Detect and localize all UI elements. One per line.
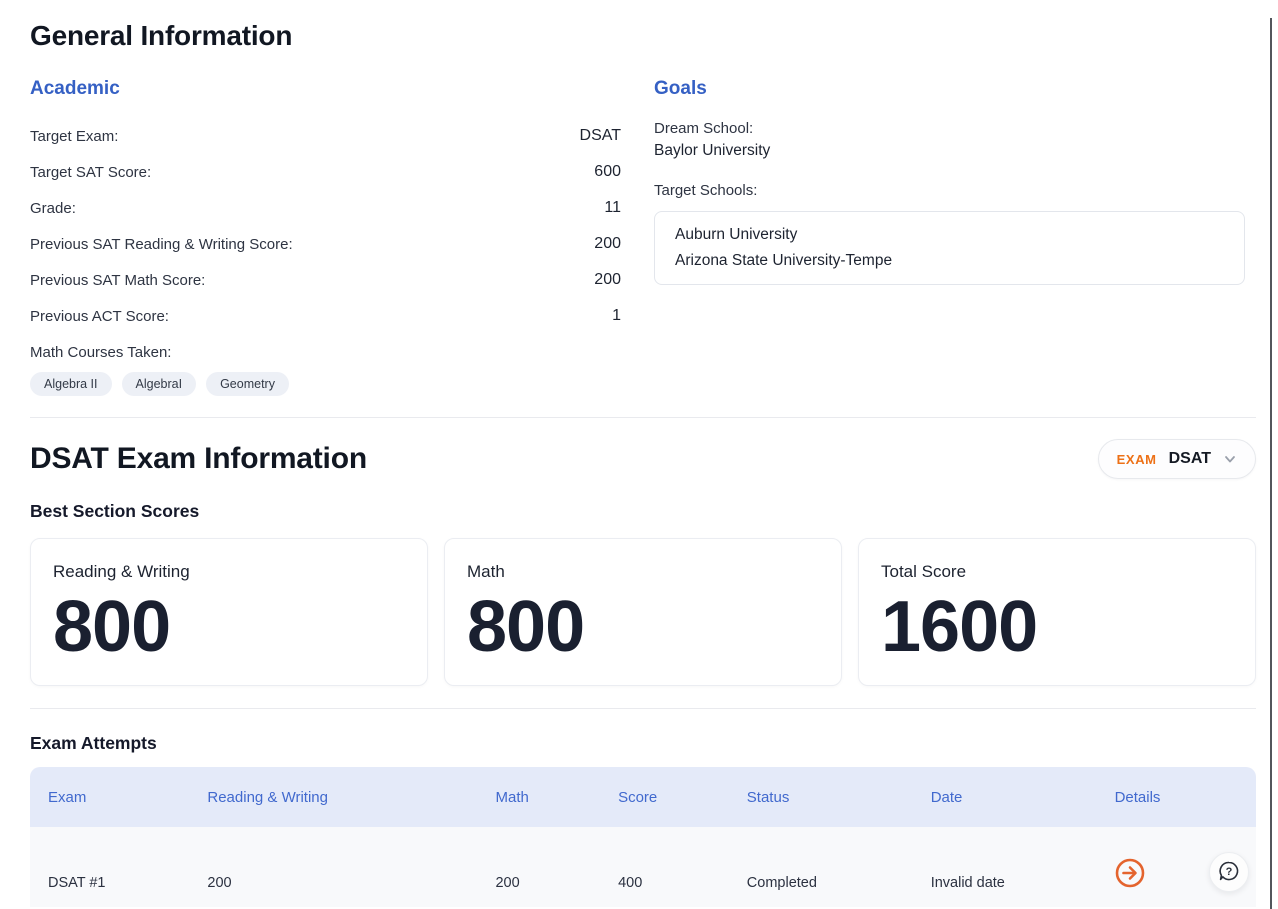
column-header-score: Score (600, 789, 729, 806)
column-header-reading-writing: Reading & Writing (189, 789, 477, 806)
goals-heading: Goals (654, 76, 1245, 102)
arrow-right-circle-icon (1115, 858, 1145, 891)
best-section-scores-heading: Best Section Scores (30, 500, 1256, 522)
course-tag: Geometry (206, 372, 289, 396)
score-card-math: Math 800 (444, 538, 842, 686)
field-prev-rw-score: Previous SAT Reading & Writing Score: 20… (30, 226, 621, 262)
exam-attempts-table: Exam Reading & Writing Math Score Status… (30, 767, 1256, 907)
cell-exam: DSAT #1 (30, 875, 189, 907)
academic-fields: Target Exam: DSAT Target SAT Score: 600 … (30, 118, 621, 370)
profile-page: General Information Academic Target Exam… (0, 18, 1278, 909)
target-schools-label: Target Schools: (654, 180, 1245, 202)
exam-selector-dropdown[interactable]: EXAM DSAT (1098, 439, 1256, 479)
score-card-title: Math (467, 561, 819, 583)
cell-date: Invalid date (913, 875, 1097, 907)
dream-school-label: Dream School: (654, 118, 1245, 140)
field-value: 11 (604, 199, 621, 217)
help-button[interactable]: ? (1209, 852, 1249, 892)
page-title: General Information (30, 18, 1256, 54)
target-school-item: Arizona State University-Tempe (675, 248, 1224, 274)
field-prev-math-score: Previous SAT Math Score: 200 (30, 262, 621, 298)
best-score-cards: Reading & Writing 800 Math 800 Total Sco… (30, 538, 1256, 686)
dream-school-value: Baylor University (654, 140, 1245, 162)
field-target-sat-score: Target SAT Score: 600 (30, 154, 621, 190)
column-header-status: Status (729, 789, 913, 806)
column-header-math: Math (477, 789, 600, 806)
field-value: DSAT (580, 127, 621, 145)
column-header-exam: Exam (30, 789, 189, 806)
field-label: Grade: (30, 200, 76, 217)
cell-reading-writing: 200 (189, 875, 477, 907)
table-row: DSAT #1 200 200 400 Completed Invalid da… (30, 827, 1256, 907)
score-card-value: 1600 (881, 591, 1233, 663)
section-divider (30, 708, 1256, 709)
field-value: 600 (594, 163, 621, 181)
course-tag: AlgebraI (122, 372, 197, 396)
cell-score: 400 (600, 875, 729, 907)
field-value: 200 (594, 271, 621, 289)
target-schools-list: Auburn University Arizona State Universi… (654, 211, 1245, 285)
field-target-exam: Target Exam: DSAT (30, 118, 621, 154)
field-grade: Grade: 11 (30, 190, 621, 226)
field-value: 200 (594, 235, 621, 253)
field-label: Target Exam: (30, 128, 118, 145)
score-card-total: Total Score 1600 (858, 538, 1256, 686)
status-badge: Completed (729, 875, 913, 907)
question-chat-icon: ? (1217, 859, 1241, 886)
academic-section: Academic Target Exam: DSAT Target SAT Sc… (30, 76, 621, 396)
exam-selector-tag: EXAM (1117, 452, 1157, 467)
exam-section-header: DSAT Exam Information EXAM DSAT (30, 438, 1256, 480)
field-label: Previous ACT Score: (30, 308, 169, 325)
general-info-columns: Academic Target Exam: DSAT Target SAT Sc… (30, 76, 1256, 396)
section-divider (30, 417, 1256, 418)
field-label: Target SAT Score: (30, 164, 151, 181)
field-math-courses: Math Courses Taken: (30, 334, 621, 370)
exam-selector-value: DSAT (1169, 450, 1211, 468)
score-card-value: 800 (467, 591, 819, 663)
exam-section-title: DSAT Exam Information (30, 438, 367, 480)
course-tag: Algebra II (30, 372, 112, 396)
score-card-title: Reading & Writing (53, 561, 405, 583)
exam-attempts-heading: Exam Attempts (30, 733, 1256, 754)
field-label: Previous SAT Math Score: (30, 272, 205, 289)
details-button[interactable] (1115, 858, 1145, 891)
score-card-title: Total Score (881, 561, 1233, 583)
field-label: Previous SAT Reading & Writing Score: (30, 236, 293, 253)
math-course-tags: Algebra II AlgebraI Geometry (30, 372, 621, 396)
score-card-reading-writing: Reading & Writing 800 (30, 538, 428, 686)
score-card-value: 800 (53, 591, 405, 663)
panel-edge-divider (1270, 18, 1272, 909)
column-header-details: Details (1097, 789, 1256, 806)
field-prev-act-score: Previous ACT Score: 1 (30, 298, 621, 334)
table-header-row: Exam Reading & Writing Math Score Status… (30, 767, 1256, 827)
field-value: 1 (612, 307, 621, 325)
academic-heading: Academic (30, 76, 621, 102)
field-label: Math Courses Taken: (30, 344, 171, 361)
column-header-date: Date (913, 789, 1097, 806)
goals-section: Goals Dream School: Baylor University Ta… (654, 76, 1245, 396)
svg-text:?: ? (1226, 865, 1233, 877)
cell-math: 200 (477, 875, 600, 907)
target-school-item: Auburn University (675, 222, 1224, 248)
chevron-down-icon (1223, 452, 1237, 466)
